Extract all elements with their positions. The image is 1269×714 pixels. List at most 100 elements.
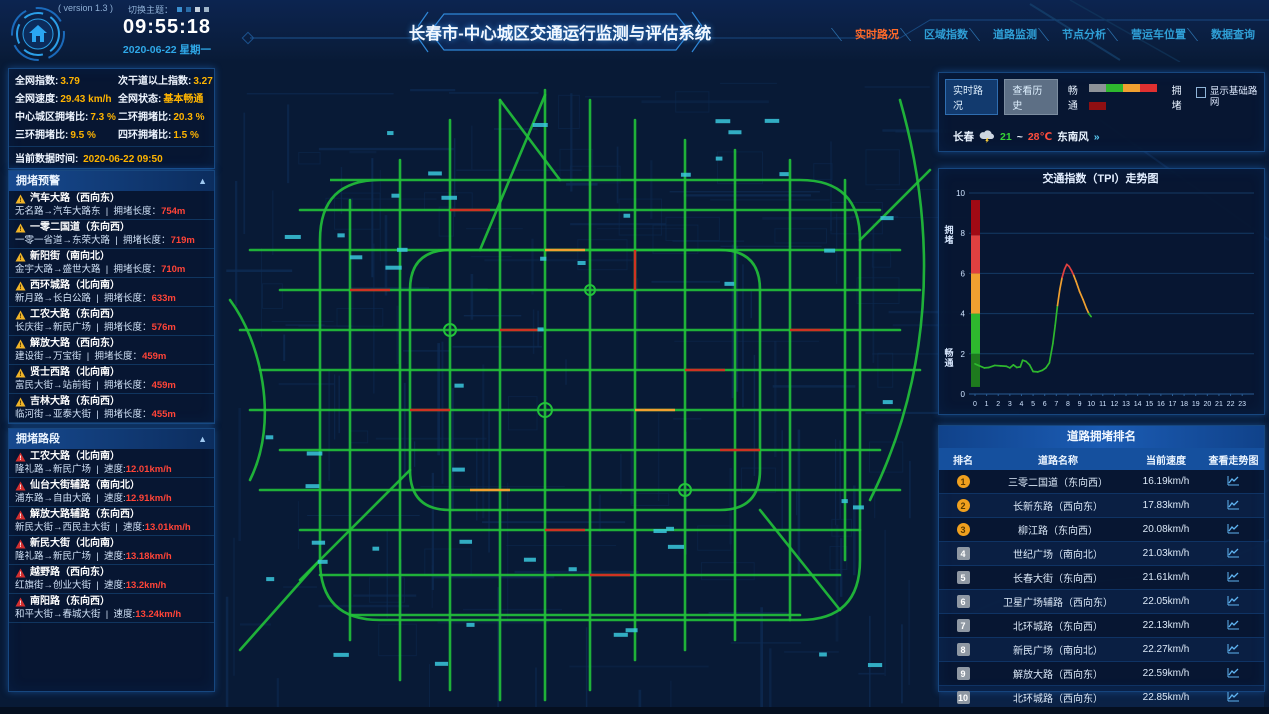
svg-text:!: ! — [19, 400, 21, 407]
trend-chart-link[interactable] — [1203, 494, 1264, 518]
section-road-name: 越野路（西向东） — [30, 567, 110, 579]
theme-swatch-icon[interactable] — [204, 7, 209, 12]
warning-list-item[interactable]: !新阳街（南向北）金宇大路→盛世大路 | 拥堵长度：710m — [9, 249, 214, 278]
trend-chart-link[interactable] — [1203, 614, 1264, 638]
stat-item: 次干道以上指数:3.27 — [118, 76, 214, 88]
trend-chart-link[interactable] — [1203, 518, 1264, 542]
ranking-title: 道路拥堵排名 — [939, 426, 1264, 448]
ranking-road-name: 世纪广场（南向北） — [987, 542, 1129, 566]
home-logo-icon[interactable] — [10, 6, 66, 62]
theme-swatch-icon[interactable] — [195, 7, 200, 12]
collapse-caret-icon[interactable]: ▲ — [198, 171, 207, 191]
nav-item-营运车位置[interactable]: 营运车位置 — [1112, 26, 1186, 42]
rank-badge: 3 — [957, 523, 970, 536]
section-road-name: 工农大路（北向南） — [30, 451, 120, 463]
congested-sections-title: 拥堵路段 — [16, 429, 60, 449]
warning-list-item[interactable]: !工农大路（东向西）长庆街→新民广场 | 拥堵长度：576m — [9, 307, 214, 336]
warning-list-item[interactable]: !一零二国道（东向西）一零一省道→东荣大路 | 拥堵长度：719m — [9, 220, 214, 249]
ranking-row[interactable]: 8新民广场（南向北）22.27km/h — [939, 638, 1264, 662]
ranking-speed: 22.59km/h — [1129, 662, 1203, 686]
warning-list-item[interactable]: !吉林大路（东向西）临河街→亚泰大街 | 拥堵长度：455m — [9, 394, 214, 423]
line-chart-icon — [1227, 499, 1240, 510]
section-list-item[interactable]: !解放大路辅路（东向西）新民大街→西民主大街 | 速度:13.01km/h — [9, 507, 214, 536]
svg-text:19: 19 — [1192, 401, 1200, 408]
tab-realtime[interactable]: 实时路况 — [945, 79, 998, 115]
ranking-row[interactable]: 4世纪广场（南向北）21.03km/h — [939, 542, 1264, 566]
warning-length-label: 拥堵长度： — [104, 380, 152, 391]
trend-chart-link[interactable] — [1203, 470, 1264, 494]
legend-color-swatch — [1140, 84, 1157, 92]
nav-item-区域指数[interactable]: 区域指数 — [905, 26, 968, 42]
warning-triangle-icon: ! — [15, 310, 26, 320]
congestion-warning-list: !汽车大路（西向东）无名路→汽车大路东 | 拥堵长度：754m!一零二国道（东向… — [9, 191, 214, 423]
ranking-row[interactable]: 3 柳江路（东向西）20.08km/h — [939, 518, 1264, 542]
tpi-trend-chart: 交通指数（TPI）走势图0246810012345678910111213141… — [939, 169, 1262, 412]
trend-chart-link[interactable] — [1203, 638, 1264, 662]
warning-segment: 金宇大路→盛世大路 — [15, 264, 101, 275]
warning-length-label: 拥堵长度： — [123, 235, 171, 246]
ranking-speed: 20.08km/h — [1129, 518, 1203, 542]
rank-badge: 10 — [957, 691, 970, 704]
nav-item-label: 营运车位置 — [1131, 26, 1186, 42]
nav-item-label: 道路监测 — [993, 26, 1037, 42]
svg-text:交通指数（TPI）走势图: 交通指数（TPI）走势图 — [1042, 171, 1158, 185]
svg-text:!: ! — [19, 255, 21, 262]
ranking-road-name: 柳江路（东向西） — [987, 518, 1129, 542]
warning-length-label: 拥堵长度： — [95, 351, 143, 362]
ranking-row[interactable]: 5长春大街（东向西）21.61km/h — [939, 566, 1264, 590]
ranking-row[interactable]: 10北环城路（西向东）22.85km/h — [939, 686, 1264, 710]
tab-history[interactable]: 查看历史 — [1004, 79, 1057, 115]
section-list-item[interactable]: !仙台大街辅路（南向北）浦东路→自由大路 | 速度:12.91km/h — [9, 478, 214, 507]
section-list-item[interactable]: !南阳路（东向西）和平大街→春城大街 | 速度:13.24km/h — [9, 594, 214, 623]
trend-chart-link[interactable] — [1203, 686, 1264, 710]
nav-item-数据查询[interactable]: 数据查询 — [1192, 26, 1255, 42]
warning-triangle-icon: ! — [15, 339, 26, 349]
warning-list-item[interactable]: !汽车大路（西向东）无名路→汽车大路东 | 拥堵长度：754m — [9, 191, 214, 220]
nav-item-实时路况[interactable]: 实时路况 — [836, 26, 899, 42]
ranking-row[interactable]: 6卫星广场辅路（西向东）22.05km/h — [939, 590, 1264, 614]
section-list-item[interactable]: !新民大街（北向南）隆礼路→新民广场 | 速度:13.18km/h — [9, 536, 214, 565]
nav-item-节点分析[interactable]: 节点分析 — [1043, 26, 1106, 42]
congested-sections-list: !工农大路（北向南）隆礼路→新民广场 | 速度:12.01km/h!仙台大街辅路… — [9, 449, 214, 691]
ranking-row[interactable]: 9解放大路（西向东）22.59km/h — [939, 662, 1264, 686]
svg-text:9: 9 — [1078, 401, 1082, 408]
section-road-name: 仙台大街辅路（南向北） — [30, 480, 140, 492]
warning-length-value: 455m — [152, 409, 176, 420]
weather-row[interactable]: 长春 21 ~ 28℃ 东南风 » — [939, 115, 1264, 144]
section-list-item[interactable]: !越野路（西向东）红旗街→创业大街 | 速度:13.2km/h — [9, 565, 214, 594]
stat-value: 9.5 % — [70, 130, 96, 141]
stat-value: 基本畅通 — [163, 94, 203, 105]
trend-chart-link[interactable] — [1203, 590, 1264, 614]
warning-segment: 临河街→亚泰大街 — [15, 409, 91, 420]
theme-switcher[interactable]: 切换主题： — [128, 3, 209, 16]
warning-list-item[interactable]: !解放大路（西向东）建设街→万宝街 | 拥堵长度：459m — [9, 336, 214, 365]
rank-badge: 2 — [957, 499, 970, 512]
svg-text:0: 0 — [973, 401, 977, 408]
svg-text:!: ! — [19, 313, 21, 320]
trend-chart-link[interactable] — [1203, 662, 1264, 686]
nav-item-label: 数据查询 — [1211, 26, 1255, 42]
basemap-checkbox[interactable] — [1196, 87, 1206, 98]
svg-text:4: 4 — [961, 310, 966, 319]
weather-tilde: ~ — [1017, 131, 1023, 143]
nav-item-道路监测[interactable]: 道路监测 — [974, 26, 1037, 42]
collapse-caret-icon[interactable]: ▲ — [198, 429, 207, 449]
ranking-row[interactable]: 2长新东路（西向东）17.83km/h — [939, 494, 1264, 518]
theme-swatch-icon[interactable] — [177, 7, 182, 12]
weather-more-arrow[interactable]: » — [1094, 131, 1100, 143]
trend-chart-link[interactable] — [1203, 542, 1264, 566]
ranking-row[interactable]: 1三零二国道（东向西）16.19km/h — [939, 470, 1264, 494]
theme-swatch-icon[interactable] — [186, 7, 191, 12]
stat-item: 全网指数:3.79 — [15, 76, 118, 88]
trend-chart-link[interactable] — [1203, 566, 1264, 590]
basemap-toggle[interactable]: 显示基础路网 — [1196, 86, 1258, 108]
warning-list-item[interactable]: !贤士西路（北向南）富民大街→站前街 | 拥堵长度：459m — [9, 365, 214, 394]
tpi-trend-panel: 交通指数（TPI）走势图0246810012345678910111213141… — [938, 168, 1265, 415]
ranking-row[interactable]: 7北环城路（东向西）22.13km/h — [939, 614, 1264, 638]
ranking-road-name: 三零二国道（东向西） — [987, 470, 1129, 494]
stat-item: 三环拥堵比:9.5 % — [15, 130, 118, 142]
section-list-item[interactable]: !工农大路（北向南）隆礼路→新民广场 | 速度:12.01km/h — [9, 449, 214, 478]
legend-swatches — [1089, 79, 1168, 115]
svg-text:!: ! — [19, 284, 21, 291]
warning-list-item[interactable]: !西环城路（北向南）新月路→长白公路 | 拥堵长度：633m — [9, 278, 214, 307]
